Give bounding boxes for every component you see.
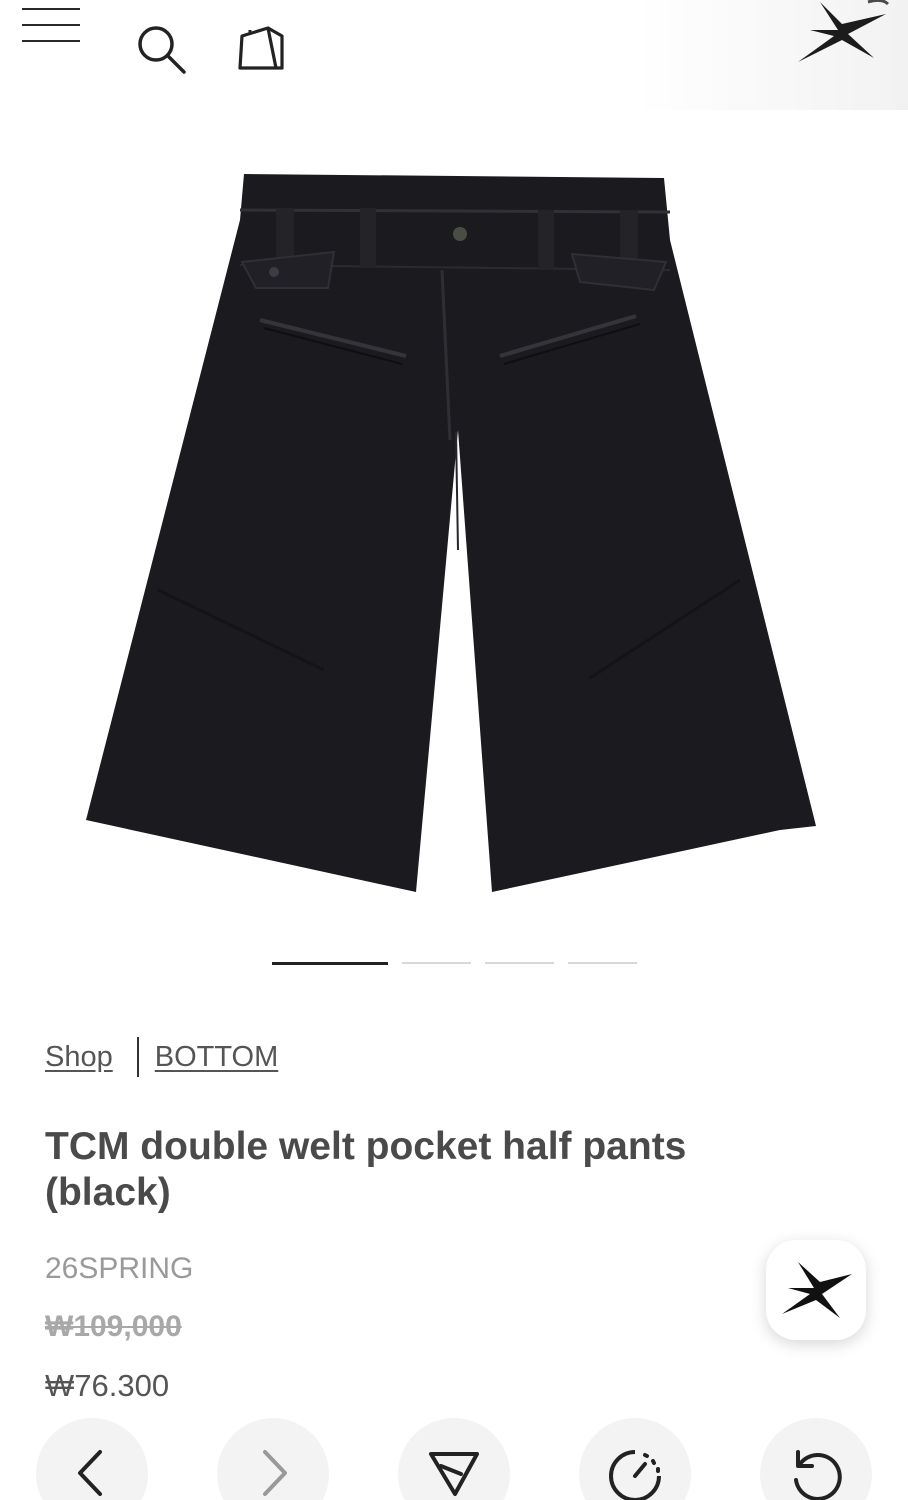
slide-dot[interactable] — [485, 962, 554, 964]
sale-price: ₩76.300 — [45, 1368, 170, 1403]
starfish-fab-button[interactable] — [766, 1240, 866, 1340]
forward-button[interactable] — [217, 1418, 329, 1500]
starfish-icon — [782, 1262, 852, 1318]
slide-dot[interactable] — [568, 962, 637, 964]
reload-button[interactable] — [760, 1418, 872, 1500]
chevron-right-icon — [263, 1450, 287, 1496]
product-title: TCM double welt pocket half pants (black… — [45, 1125, 687, 1214]
product-image-gallery[interactable] — [0, 110, 908, 940]
breadcrumb-category-link[interactable]: BOTTOM — [155, 1041, 279, 1074]
shopping-bag-icon[interactable] — [232, 20, 288, 76]
breadcrumb-divider — [136, 1037, 139, 1077]
chevron-left-icon — [78, 1450, 102, 1496]
product-image — [86, 174, 816, 892]
breadcrumb-shop-link[interactable]: Shop — [45, 1041, 113, 1074]
timer-icon — [609, 1450, 661, 1500]
breadcrumb: Shop BOTTOM — [45, 1036, 278, 1078]
starfish-logo-icon[interactable] — [790, 0, 890, 66]
hamburger-menu-icon[interactable] — [22, 6, 80, 42]
slide-dot[interactable] — [402, 962, 471, 964]
slide-dot[interactable] — [272, 962, 388, 965]
bottom-toolbar — [0, 1418, 908, 1500]
reload-icon — [794, 1450, 842, 1500]
search-icon[interactable] — [134, 22, 188, 76]
send-icon — [429, 1452, 479, 1496]
back-button[interactable] — [36, 1418, 148, 1500]
share-button[interactable] — [398, 1418, 510, 1500]
top-header — [0, 0, 908, 110]
timer-button[interactable] — [579, 1418, 691, 1500]
slide-indicator — [0, 962, 908, 968]
original-price: ₩109,000 — [45, 1310, 182, 1343]
product-season: 26SPRING — [45, 1252, 194, 1285]
